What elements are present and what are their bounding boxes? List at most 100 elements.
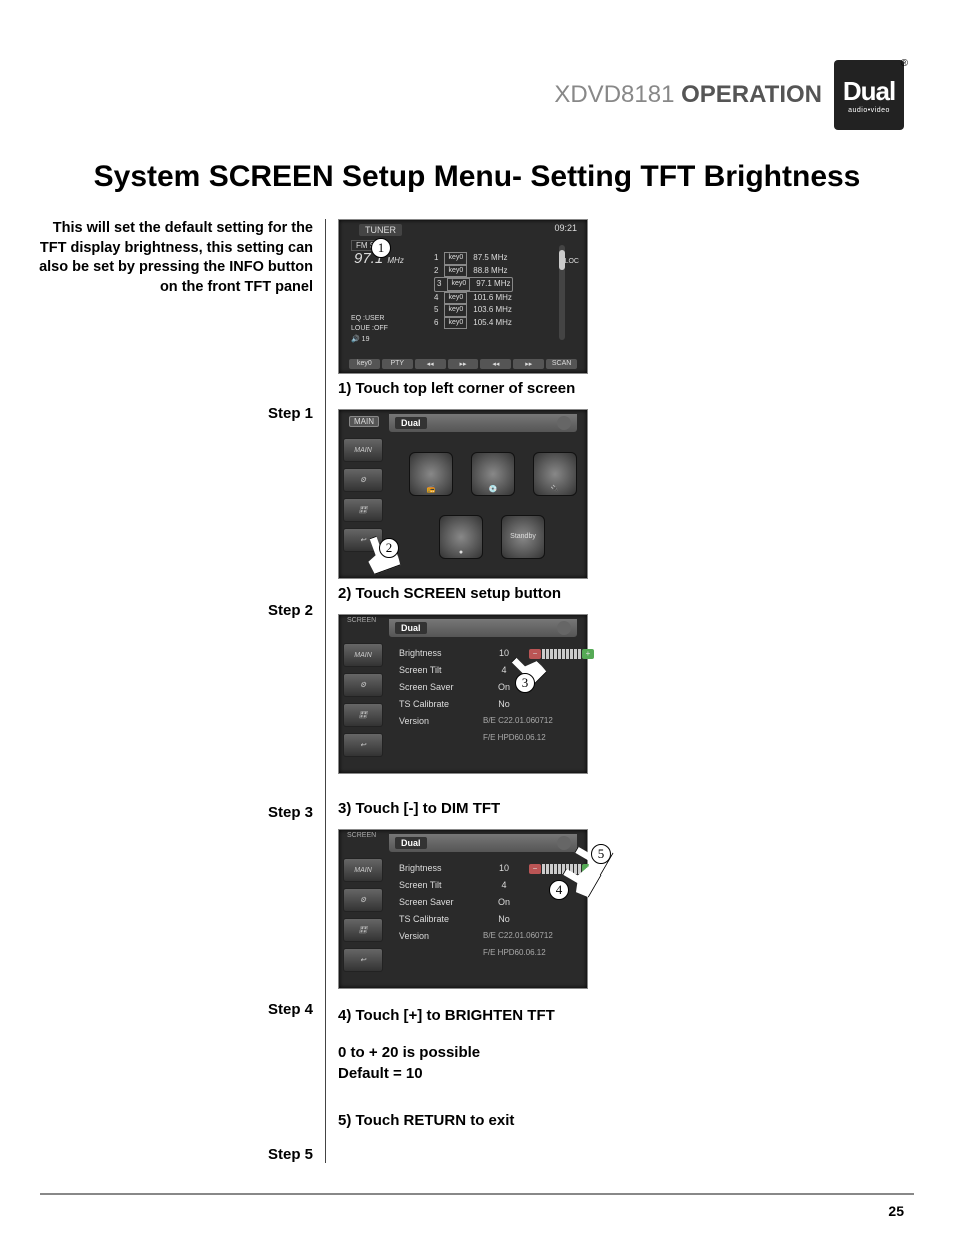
version-row-2: F/E HPD60.06.12 [399,945,594,960]
version-row: VersionB/E C22.01.060712 [399,928,594,945]
callout-2: 2 [379,538,399,558]
model-number: XDVD8181 [554,81,674,108]
brand-tagline: audio•video [848,107,890,114]
callout-1: 1 [371,238,391,258]
left-column: This will set the default setting for th… [35,219,325,1163]
preset-row[interactable]: 1key087.5 MHz [434,252,513,265]
step-3-label: Step 3 [35,804,313,821]
top-bar: Dual [389,414,577,432]
source-aux[interactable]: 🔌 [533,452,577,496]
source-row-2: ● Standby [439,515,545,559]
version-row-2: F/E HPD60.06.12 [399,730,594,745]
return-icon[interactable] [557,416,571,430]
side-tab[interactable]: ↩ [343,948,383,972]
return-icon[interactable] [557,621,571,635]
ts-calibrate-row[interactable]: TS CalibrateNo [399,911,594,928]
brightness-range-note: 0 to + 20 is possible Default = 10 [338,1042,885,1084]
side-tab[interactable]: 🎛 [343,918,383,942]
source-tuner[interactable]: 📻 [409,452,453,496]
screenshot-screen-setup-dim: SCREEN Dual MAIN ⚙ 🎛 ↩ Brightness 10 − [338,614,588,774]
brightness-plus-button[interactable]: + [582,649,594,659]
eq-status: EQ :USER LOUE :OFF 🔊 19 [351,314,388,346]
screenshot-radio-tuner: TUNER 09:21 FM ST 97.1 MHz LOC 1key087.5… [338,219,588,374]
return-icon[interactable] [557,836,571,850]
registered-mark: ® [901,58,908,69]
screenshot-main-menu: MAIN Dual MAIN ⚙ 🎛 ↩ 📻 💿 🔌 ● Standby 2 [338,409,588,579]
tuner-button-bar: key0 PTY ◂◂ ▸▸ ◂◂ ▸▸ SCAN [349,359,577,369]
page-title: System SCREEN Setup Menu- Setting TFT Br… [50,160,904,194]
tuner-btn[interactable]: key0 [349,359,380,369]
step-5-label: Step 5 [35,1146,313,1163]
brightness-slider: − + [529,645,594,662]
side-tab-main[interactable]: MAIN [343,643,383,667]
side-tab-other[interactable]: 🎛 [343,498,383,522]
tuner-btn[interactable]: ▸▸ [513,359,544,369]
preset-row[interactable]: 3key097.1 MHz [434,277,513,292]
main-tab: MAIN [349,416,379,427]
screen-tab: SCREEN [347,832,376,839]
source-disc[interactable]: 💿 [471,452,515,496]
side-tab[interactable]: ⚙ [343,888,383,912]
side-tab-main[interactable]: MAIN [343,438,383,462]
tuner-tab: TUNER [359,224,402,236]
side-tabs: MAIN ⚙ 🎛 ↩ [343,643,383,757]
source-standby[interactable]: Standby [501,515,545,559]
top-bar: Dual [389,619,577,637]
intro-paragraph: This will set the default setting for th… [35,219,313,297]
preset-row[interactable]: 4key0101.6 MHz [434,292,513,305]
brand-pill: Dual [395,417,427,429]
content-columns: This will set the default setting for th… [0,219,954,1163]
preset-row[interactable]: 6key0105.4 MHz [434,317,513,330]
version-row: VersionB/E C22.01.060712 [399,713,594,730]
preset-scrollbar-thumb[interactable] [559,250,565,270]
side-tabs: MAIN ⚙ 🎛 ↩ [343,438,383,552]
screensaver-row[interactable]: Screen SaverOn [399,679,594,696]
brightness-segments [542,649,581,659]
brightness-minus-button[interactable]: − [529,649,541,659]
brand-logo: Dual audio•video [834,60,904,130]
right-column: TUNER 09:21 FM ST 97.1 MHz LOC 1key087.5… [325,219,885,1163]
step-3-caption: 3) Touch [-] to DIM TFT [338,800,885,817]
step-4-label: Step 4 [35,1001,313,1018]
volume-display: 🔊 19 [351,335,388,346]
preset-row[interactable]: 5key0103.6 MHz [434,304,513,317]
brand-pill: Dual [395,837,427,849]
tuner-btn[interactable]: SCAN [546,359,577,369]
step-5-caption: 5) Touch RETURN to exit [338,1112,885,1129]
top-bar: Dual [389,834,577,852]
side-tab[interactable]: ↩ [343,733,383,757]
step-2-caption: 2) Touch SCREEN setup button [338,585,885,602]
section-name: OPERATION [681,81,822,108]
step-1-label: Step 1 [35,405,313,422]
brand-name: Dual [843,76,895,107]
source-camera[interactable]: ● [439,515,483,559]
footer-divider [40,1193,914,1195]
step-2-label: Step 2 [35,602,313,619]
side-tab-audio[interactable]: ⚙ [343,468,383,492]
callout-4: 4 [549,880,569,900]
side-tab[interactable]: ⚙ [343,673,383,697]
ts-calibrate-row[interactable]: TS CalibrateNo [399,696,594,713]
tuner-btn[interactable]: PTY [382,359,413,369]
side-tab-main[interactable]: MAIN [343,858,383,882]
page-number: 25 [888,1203,904,1219]
source-row-1: 📻 💿 🔌 [409,452,577,496]
brand-pill: Dual [395,622,427,634]
screen-settings-list: Brightness 10 − + Screen Tilt4 Screen Sa… [399,645,594,746]
header-title: XDVD8181 OPERATION [554,81,822,109]
tuner-btn[interactable]: ▸▸ [448,359,479,369]
side-tab[interactable]: 🎛 [343,703,383,727]
clock: 09:21 [554,223,577,233]
tuner-btn[interactable]: ◂◂ [480,359,511,369]
screen-tab: SCREEN [347,617,376,624]
tuner-btn[interactable]: ◂◂ [415,359,446,369]
step-1-caption: 1) Touch top left corner of screen [338,380,885,397]
brightness-segments [542,864,581,874]
tilt-row[interactable]: Screen Tilt4 [399,662,594,679]
loc-indicator: LOC [565,258,579,265]
screenshot-screen-setup-brighten: SCREEN Dual MAIN ⚙ 🎛 ↩ Brightness 10 − [338,829,588,989]
brightness-minus-button[interactable]: − [529,864,541,874]
page-header: XDVD8181 OPERATION Dual audio•video ® [0,0,954,140]
preset-row[interactable]: 2key088.8 MHz [434,265,513,278]
callout-3: 3 [515,673,535,693]
